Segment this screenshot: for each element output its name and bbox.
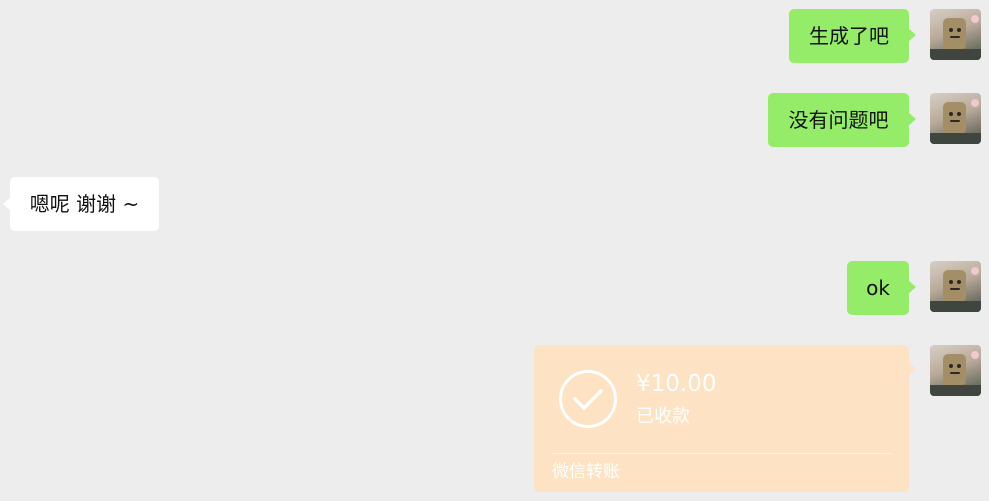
avatar[interactable] bbox=[930, 93, 981, 144]
message-bubble-received[interactable]: 嗯呢 谢谢 ~ bbox=[3, 177, 159, 231]
message-text: 没有问题吧 bbox=[788, 108, 889, 132]
transfer-card[interactable]: ¥10.00 已收款 微信转账 bbox=[534, 345, 916, 492]
check-circle-icon bbox=[559, 370, 617, 428]
divider bbox=[552, 453, 891, 454]
avatar-image bbox=[930, 267, 981, 312]
transfer-status: 已收款 bbox=[636, 406, 690, 427]
message-text: 生成了吧 bbox=[809, 24, 889, 48]
message-bubble-sent[interactable]: 没有问题吧 bbox=[768, 93, 916, 147]
transfer-footer-label: 微信转账 bbox=[552, 462, 620, 482]
message-text: ok bbox=[866, 276, 890, 300]
message-bubble-sent[interactable]: ok bbox=[847, 261, 916, 315]
avatar[interactable] bbox=[930, 261, 981, 312]
avatar-image bbox=[930, 15, 981, 60]
avatar-image bbox=[930, 99, 981, 144]
message-text: 嗯呢 谢谢 ~ bbox=[29, 192, 140, 216]
avatar[interactable] bbox=[930, 9, 981, 60]
transfer-amount: ¥10.00 bbox=[636, 371, 717, 397]
avatar[interactable] bbox=[930, 345, 981, 396]
message-bubble-sent[interactable]: 生成了吧 bbox=[789, 9, 916, 63]
avatar-image bbox=[930, 351, 981, 396]
